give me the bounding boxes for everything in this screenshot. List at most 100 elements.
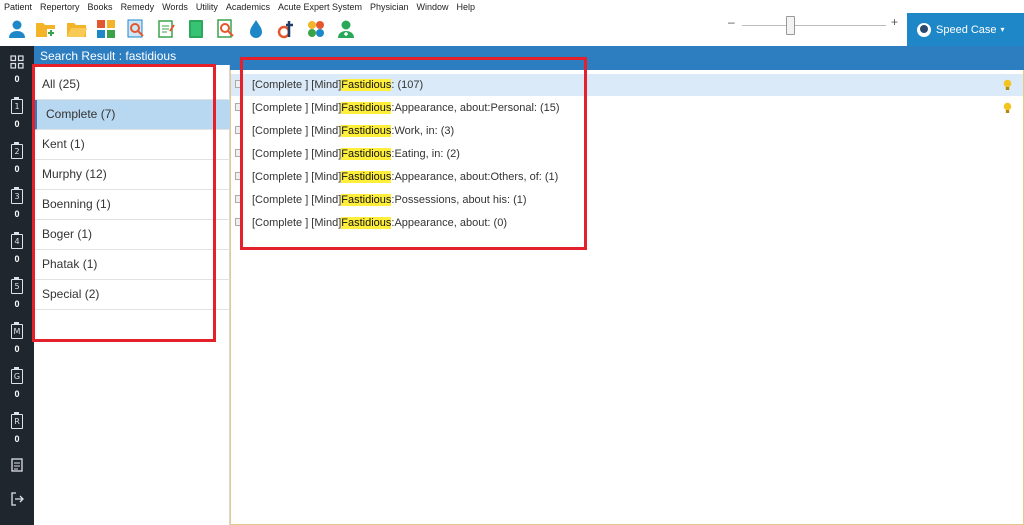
rubric-row[interactable]: [Complete ] [Mind]Fastidious:Possessions… [231,189,1023,211]
search-zoom-icon[interactable] [125,18,147,40]
menu-window[interactable]: Window [417,1,449,13]
drop-icon[interactable] [245,18,267,40]
filter-item-all[interactable]: All (25) [34,70,230,100]
clipboard-icon: M [11,322,23,339]
sidebar-clipboard-m[interactable]: M 0 [0,322,34,354]
sidebar-count: 0 [14,74,20,84]
zoom-out-button[interactable]: – [728,15,735,29]
lightbulb-icon[interactable] [1003,79,1012,91]
left-sidebar: 0 1 0 2 0 3 0 4 0 5 0 M 0 G 0 R 0 [0,46,34,525]
sidebar-clipboard-2[interactable]: 2 0 [0,142,34,174]
sidebar-notes-button[interactable] [0,458,34,472]
rubric-keyword: Fastidious [341,125,392,137]
rubric-keyword: Fastidious [341,217,392,229]
menu-words[interactable]: Words [162,1,188,13]
rubric-row[interactable]: [Complete ] [Mind]Fastidious:Eating, in:… [231,143,1023,165]
physician-icon[interactable] [335,18,357,40]
rubric-row[interactable]: [Complete ] [Mind]Fastidious:Work, in: (… [231,120,1023,142]
rubric-panel-header [230,46,1024,70]
rubric-prefix: [Complete ] [Mind] [252,148,342,160]
menu-help[interactable]: Help [457,1,476,13]
sidebar-clipboard-g[interactable]: G 0 [0,367,34,399]
sidebar-count: 0 [14,209,20,219]
filter-item-phatak[interactable]: Phatak (1) [34,250,230,280]
sidebar-count: 0 [14,254,20,264]
dt-icon[interactable] [275,18,297,40]
filter-item-boger[interactable]: Boger (1) [34,220,230,250]
sidebar-clipboard-4[interactable]: 4 0 [0,232,34,264]
rubric-prefix: [Complete ] [Mind] [252,217,342,229]
rubric-rest: : (107) [391,79,424,91]
sidebar-clipboard-5[interactable]: 5 0 [0,277,34,309]
rubric-row[interactable]: [Complete ] [Mind]Fastidious:Appearance,… [231,97,1023,119]
rubric-prefix: [Complete ] [Mind] [252,194,342,206]
clipboard-icon: 4 [11,232,23,249]
sidebar-clipboard-1[interactable]: 1 0 [0,97,34,129]
menu-acute-expert-system[interactable]: Acute Expert System [278,1,362,13]
sidebar-count: 0 [14,164,20,174]
rubric-checkbox[interactable] [235,80,243,88]
zoom-slider-handle[interactable] [786,16,795,35]
rubric-keyword: Fastidious [341,194,392,206]
open-folder-icon[interactable] [66,18,88,40]
clipboard-icon: 2 [11,142,23,159]
rubric-rest: :Work, in: (3) [391,125,455,137]
find-icon[interactable] [215,18,237,40]
tiles-icon[interactable] [95,18,117,40]
rubric-row[interactable]: [Complete ] [Mind]Fastidious:Appearance,… [231,166,1023,188]
rubric-keyword: Fastidious [341,79,392,91]
rubric-checkbox[interactable] [235,126,243,134]
rubric-row[interactable]: [Complete ] [Mind]Fastidious: (107) [231,74,1023,96]
menu-physician[interactable]: Physician [370,1,409,13]
new-folder-icon[interactable] [35,18,57,40]
clipboard-icon: R [11,412,23,429]
filter-item-boenning[interactable]: Boenning (1) [34,190,230,220]
rubric-rest: :Appearance, about:Personal: (15) [391,102,560,114]
sidebar-clipboard-3[interactable]: 3 0 [0,187,34,219]
exit-icon [11,492,24,506]
sidebar-count: 0 [14,119,20,129]
filter-item-complete[interactable]: Complete (7) [34,100,230,130]
sidebar-count: 0 [14,299,20,309]
filter-item-murphy[interactable]: Murphy (12) [34,160,230,190]
sidebar-exit-button[interactable] [0,492,34,506]
zoom-in-button[interactable]: + [891,15,898,29]
menu-academics[interactable]: Academics [226,1,270,13]
notes-icon[interactable] [155,18,177,40]
pattern-icon[interactable] [305,18,327,40]
rubric-keyword: Fastidious [341,148,392,160]
chevron-down-icon: ▾ [1000,25,1005,34]
search-result-list: All (25) Complete (7) Kent (1) Murphy (1… [34,65,230,525]
rubric-keyword: Fastidious [341,102,392,114]
clipboard-icon: 1 [11,97,23,114]
menu-repertory[interactable]: Repertory [40,1,80,13]
sidebar-count: 0 [14,389,20,399]
rubric-row[interactable]: [Complete ] [Mind]Fastidious:Appearance,… [231,212,1023,234]
menu-utility[interactable]: Utility [196,1,218,13]
menu-remedy[interactable]: Remedy [121,1,155,13]
rubric-checkbox[interactable] [235,172,243,180]
rubric-rest: :Appearance, about: (0) [391,217,507,229]
rubric-checkbox[interactable] [235,149,243,157]
filter-item-special[interactable]: Special (2) [34,280,230,310]
clipboard-icon: G [11,367,23,384]
rubric-checkbox[interactable] [235,103,243,111]
rubric-prefix: [Complete ] [Mind] [252,79,342,91]
sidebar-clipboard-r[interactable]: R 0 [0,412,34,444]
menu-patient[interactable]: Patient [4,1,32,13]
speed-case-button[interactable]: Speed Case ▾ [907,13,1024,46]
rubric-rest: :Eating, in: (2) [391,148,460,160]
zoom-slider-track[interactable] [742,25,886,26]
book-icon[interactable] [185,18,207,40]
filter-item-kent[interactable]: Kent (1) [34,130,230,160]
rubric-text: [Complete ] [Mind]Fastidious:Work, in: (… [252,120,454,142]
rubric-checkbox[interactable] [235,195,243,203]
lightbulb-icon[interactable] [1003,102,1012,114]
menu-bar: Patient Repertory Books Remedy Words Uti… [0,0,1024,13]
rubric-checkbox[interactable] [235,218,243,226]
rubric-text: [Complete ] [Mind]Fastidious:Appearance,… [252,97,560,119]
sidebar-grid-button[interactable]: 0 [0,55,34,84]
toolbar: – + Speed Case ▾ [0,13,1024,46]
patient-icon[interactable] [6,18,28,40]
menu-books[interactable]: Books [88,1,113,13]
